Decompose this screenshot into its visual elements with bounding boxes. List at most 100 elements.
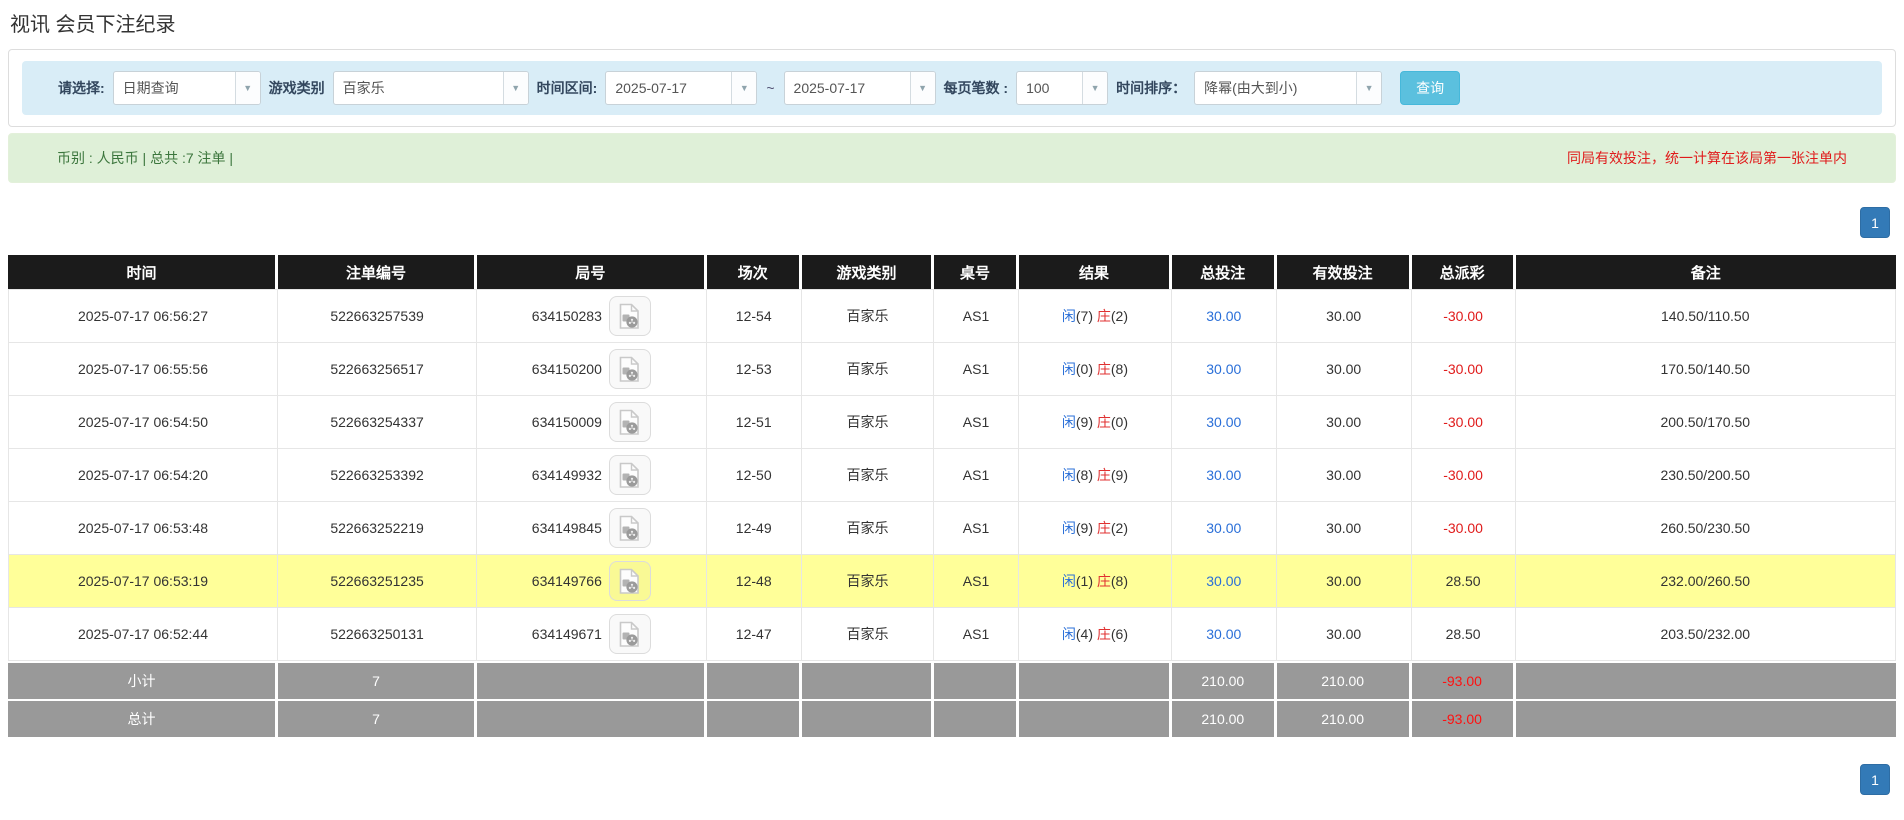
notice-text: 同局有效投注，统一计算在该局第一张注单内: [1567, 148, 1847, 168]
table-header-row: 时间 注单编号 局号 场次 游戏类别 桌号 结果 总投注 有效投注 总派彩 备注: [8, 255, 1896, 289]
cell-total-bet: 30.00: [1172, 343, 1277, 396]
page-size-value: 100: [1017, 72, 1082, 104]
result-banker-score: (6): [1111, 626, 1128, 642]
result-player-score: (8): [1076, 467, 1093, 483]
cell-payout: -30.00: [1412, 396, 1516, 449]
result-banker: 庄: [1097, 624, 1111, 644]
column-header: 场次: [707, 255, 802, 289]
cell-session: 12-54: [707, 290, 802, 343]
video-file-icon: [618, 303, 641, 330]
cell-session: 12-53: [707, 343, 802, 396]
date-to-select[interactable]: 2025-07-17 ▼: [784, 71, 936, 105]
column-header: 注单编号: [278, 255, 477, 289]
result-banker: 庄: [1097, 359, 1111, 379]
column-header: 游戏类别: [802, 255, 934, 289]
video-replay-button[interactable]: [609, 561, 651, 601]
time-sort-label: 时间排序：: [1116, 78, 1186, 98]
summary-label: 小计: [8, 663, 278, 699]
chevron-down-icon: ▼: [910, 72, 935, 104]
search-button[interactable]: 查询: [1400, 71, 1460, 105]
cell-valid-bet: 30.00: [1277, 608, 1412, 661]
cell-bet-number: 522663257539: [278, 290, 477, 343]
cell-bet-number: 522663251235: [278, 555, 477, 608]
video-replay-button[interactable]: [609, 402, 651, 442]
video-replay-button[interactable]: [609, 455, 651, 495]
cell-valid-bet: 30.00: [1277, 502, 1412, 555]
video-file-icon: [618, 356, 641, 383]
table-body: 2025-07-17 06:56:27 522663257539 6341502…: [8, 289, 1896, 661]
betting-records-table: 时间 注单编号 局号 场次 游戏类别 桌号 结果 总投注 有效投注 总派彩 备注…: [8, 255, 1896, 737]
cell-table-number: AS1: [934, 396, 1019, 449]
video-replay-button[interactable]: [609, 349, 651, 389]
cell-table-number: AS1: [934, 343, 1019, 396]
video-replay-button[interactable]: [609, 508, 651, 548]
cell-result: 闲(0) 庄(8): [1019, 343, 1172, 396]
result-player: 闲: [1062, 571, 1076, 591]
cell-table-number: AS1: [934, 608, 1019, 661]
result-banker-score: (8): [1111, 361, 1128, 377]
cell-result: 闲(9) 庄(0): [1019, 396, 1172, 449]
total-bet-link[interactable]: 30.00: [1206, 308, 1241, 324]
cell-remark: 260.50/230.50: [1516, 502, 1897, 555]
column-header: 总投注: [1172, 255, 1277, 289]
cell-game-type: 百家乐: [802, 396, 934, 449]
filter-bar: 请选择: 日期查询 ▼ 游戏类别 百家乐 ▼ 时间区间: 2025-07-17 …: [22, 61, 1882, 115]
page-1-button[interactable]: 1: [1860, 207, 1890, 238]
game-category-select[interactable]: 百家乐 ▼: [333, 71, 529, 105]
total-bet-link[interactable]: 30.00: [1206, 414, 1241, 430]
page-size-label: 每页笔数 :: [944, 78, 1009, 98]
page-size-select[interactable]: 100 ▼: [1016, 71, 1108, 105]
video-replay-button[interactable]: [609, 296, 651, 336]
video-replay-button[interactable]: [609, 614, 651, 654]
video-file-icon: [618, 568, 641, 595]
filter-panel: 请选择: 日期查询 ▼ 游戏类别 百家乐 ▼ 时间区间: 2025-07-17 …: [8, 49, 1896, 127]
chevron-down-icon: ▼: [731, 72, 756, 104]
cell-total-bet: 30.00: [1172, 502, 1277, 555]
time-sort-select[interactable]: 降幂(由大到小) ▼: [1194, 71, 1382, 105]
result-player-score: (1): [1076, 573, 1093, 589]
cell-valid-bet: 30.00: [1277, 290, 1412, 343]
query-type-label: 请选择:: [58, 78, 105, 98]
total-bet-link[interactable]: 30.00: [1206, 573, 1241, 589]
column-header: 结果: [1019, 255, 1172, 289]
result-player-score: (0): [1076, 361, 1093, 377]
cell-round-number: 634150200: [477, 343, 706, 396]
total-bet-link[interactable]: 30.00: [1206, 520, 1241, 536]
round-number: 634149766: [532, 573, 602, 589]
cell-session: 12-48: [707, 555, 802, 608]
cell-remark: 230.50/200.50: [1516, 449, 1897, 502]
query-type-select[interactable]: 日期查询 ▼: [113, 71, 261, 105]
cell-total-bet: 30.00: [1172, 396, 1277, 449]
round-number: 634149671: [532, 626, 602, 642]
cell-round-number: 634150283: [477, 290, 706, 343]
summary-count: 7: [278, 663, 477, 699]
table-row: 2025-07-17 06:54:20 522663253392 6341499…: [8, 449, 1896, 502]
result-banker: 庄: [1097, 571, 1111, 591]
total-bet-link[interactable]: 30.00: [1206, 626, 1241, 642]
video-file-icon: [618, 621, 641, 648]
cell-round-number: 634150009: [477, 396, 706, 449]
cell-round-number: 634149766: [477, 555, 706, 608]
date-from-select[interactable]: 2025-07-17 ▼: [605, 71, 757, 105]
summary-row: 小计 7 210.00 210.00 -93.00: [8, 663, 1896, 699]
time-range-label: 时间区间:: [537, 78, 598, 98]
cell-payout: -30.00: [1412, 290, 1516, 343]
result-banker: 庄: [1097, 518, 1111, 538]
cell-bet-number: 522663254337: [278, 396, 477, 449]
column-header: 桌号: [934, 255, 1019, 289]
cell-round-number: 634149845: [477, 502, 706, 555]
cell-bet-number: 522663252219: [278, 502, 477, 555]
cell-table-number: AS1: [934, 449, 1019, 502]
video-file-icon: [618, 462, 641, 489]
cell-session: 12-49: [707, 502, 802, 555]
cell-table-number: AS1: [934, 555, 1019, 608]
round-number: 634149932: [532, 467, 602, 483]
result-player: 闲: [1062, 359, 1076, 379]
total-bet-link[interactable]: 30.00: [1206, 361, 1241, 377]
result-banker: 庄: [1097, 306, 1111, 326]
page-1-button[interactable]: 1: [1860, 764, 1890, 795]
total-bet-link[interactable]: 30.00: [1206, 467, 1241, 483]
table-row: 2025-07-17 06:53:19 522663251235 6341497…: [8, 555, 1896, 608]
video-file-icon: [618, 409, 641, 436]
cell-valid-bet: 30.00: [1277, 449, 1412, 502]
